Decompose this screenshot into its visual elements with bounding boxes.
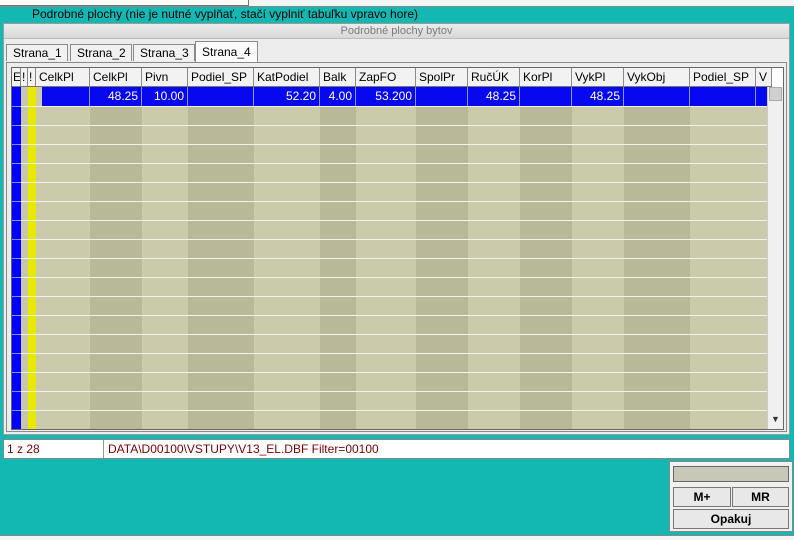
tab-strana-4[interactable]: Strana_4 [195,41,258,62]
indicator-separator [12,201,21,202]
hint-text: Podrobné plochy (nie je nutné vyplňať, s… [32,7,419,21]
col-celkpl-1-value[interactable] [42,87,90,106]
tab-strana-1[interactable]: Strana_1 [6,44,68,61]
indicator-separator [12,239,21,240]
calculator-panel: M+ MR Opakuj [669,461,793,532]
row-separator [12,106,772,107]
row-separator [12,429,772,430]
scrollbar-thumb[interactable] [769,87,782,101]
col-spolpr-header[interactable]: SpolPr [416,68,468,86]
chevron-down-icon[interactable]: ▼ [768,412,783,426]
col-rucuk-value[interactable]: 48.25 [468,87,520,106]
col-celkpl-2-header[interactable]: CelkPl [90,68,142,86]
col-katpodiel-header[interactable]: KatPodiel [254,68,320,86]
col-rucuk-header[interactable]: RučÚK [468,68,520,86]
top-strip [0,0,794,7]
col-pivn-header[interactable]: Pivn [142,68,188,86]
indicator-separator [12,106,21,107]
row-separator [12,296,772,297]
grid-header: E!! CelkPl CelkPl Pivn Podiel_SP KatPodiel Bal… [12,68,772,87]
col-zapfo-value[interactable]: 53.200 [356,87,416,106]
indicator-separator [12,315,21,316]
row-separator [12,182,772,183]
col-podiel-sp-2-header[interactable]: Podiel_SP [690,68,756,86]
indicator-separator [12,391,21,392]
file-path: DATA\D00100\VSTUPY\V13_EL.DBF Filter=001… [108,442,379,456]
row-separator [12,239,772,240]
indicator-separator [12,163,21,164]
indicator-separator [12,372,21,373]
col-spolpr-value[interactable] [416,87,468,106]
tab-strana-3[interactable]: Strana_3 [133,44,195,61]
row-separator [12,410,772,411]
row-separator [12,315,772,316]
row-separator [12,144,772,145]
col-korpl-header[interactable]: KorPl [520,68,572,86]
top-strip-notch [0,0,249,6]
indicator-separator [12,144,21,145]
col-podiel-sp-1-header[interactable]: Podiel_SP [188,68,254,86]
col-vykpl-header[interactable]: VykPl [572,68,624,86]
col-e-header[interactable]: E [12,68,21,86]
col-celkpl-1-header[interactable]: CelkPl [36,68,90,86]
col-celkpl-2-value[interactable]: 48.25 [90,87,142,106]
indicator-separator [12,182,21,183]
bottom-strip [0,535,794,540]
col-katpodiel-value[interactable]: 52.20 [254,87,320,106]
col-v-header[interactable]: V [756,68,772,86]
col-zapfo-header[interactable]: ZapFO [356,68,416,86]
indicator-separator [12,334,21,335]
calculator-display [673,466,789,482]
detail-areas-panel: Podrobné plochy bytov Strana_1 Strana_2 … [3,23,790,435]
col-podiel-sp-2-value[interactable] [690,87,756,106]
col-flag-1-header[interactable]: ! [21,68,28,86]
indicator-separator [12,125,21,126]
record-counter: 1 z 28 [4,440,104,458]
row-separator [12,353,772,354]
col-balk-header[interactable]: Balk [320,68,356,86]
panel-title: Podrobné plochy bytov [4,24,789,39]
col-vykobj-header[interactable]: VykObj [624,68,690,86]
col-pivn-value[interactable]: 10.00 [142,87,188,106]
indicator-separator [12,277,21,278]
col-podiel-sp-1-value[interactable] [188,87,254,106]
row-separator [12,163,772,164]
col-balk-value[interactable]: 4.00 [320,87,356,106]
repeat-button[interactable]: Opakuj [673,509,789,529]
row-separator [12,372,772,373]
indicator-separator [12,410,21,411]
indicator-separator [12,220,21,221]
col-vykpl-value[interactable]: 48.25 [572,87,624,106]
tab-strana-2[interactable]: Strana_2 [70,44,132,61]
memory-plus-button[interactable]: M+ [673,487,731,507]
col-vykobj-value[interactable] [624,87,690,106]
col-korpl-value[interactable] [520,87,572,106]
indicator-separator [12,353,21,354]
vertical-scrollbar[interactable]: ▼ [767,87,783,429]
tab-content: 48.25 10.00 52.20 4.00 53.200 48.25 48.25 E!! C… [6,62,787,432]
row-separator [12,277,772,278]
row-separator [12,201,772,202]
row-separator [12,125,772,126]
indicator-separator [12,258,21,259]
status-bar: 1 z 28 DATA\D00100\VSTUPY\V13_EL.DBF Fil… [3,439,790,459]
indicator-separator [12,429,21,430]
row-separator [12,391,772,392]
indicator-separator [12,296,21,297]
col-flag-2-header[interactable]: ! [28,68,36,86]
row-separator [12,334,772,335]
data-grid[interactable]: 48.25 10.00 52.20 4.00 53.200 48.25 48.25 E!! C… [11,67,784,430]
memory-recall-button[interactable]: MR [732,487,789,507]
row-separator [12,258,772,259]
row-separator [12,220,772,221]
